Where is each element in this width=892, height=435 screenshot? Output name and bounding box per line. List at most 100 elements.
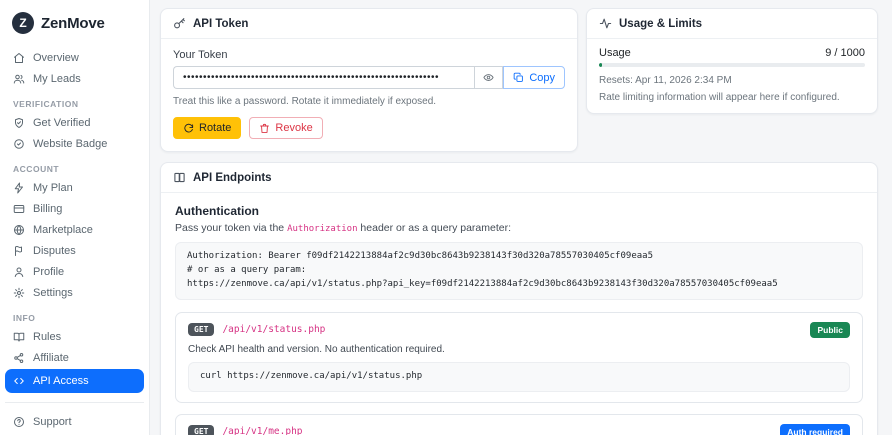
endpoint-header: GET/api/v1/me.php Auth required [188,424,850,435]
endpoint-path: /api/v1/me.php [222,426,302,435]
book-icon [173,171,186,184]
api-token-card-header: API Token [161,9,577,39]
main-content: API Token Your Token Copy Treat [150,0,892,435]
sidebar-item-label: Rules [33,331,61,343]
globe-icon [13,224,25,236]
usage-label: Usage [599,47,631,59]
usage-limits-card: Usage & Limits Usage 9 / 1000 Resets: Ap… [586,8,878,114]
eye-icon [483,72,494,83]
toggle-token-visibility-button[interactable] [474,66,503,89]
sidebar-item-profile[interactable]: Profile [5,262,144,282]
sidebar-item-marketplace[interactable]: Marketplace [5,220,144,240]
rate-limit-note: Rate limiting information will appear he… [599,92,865,103]
sidebar-item-label: Support [33,416,72,428]
revoke-button-label: Revoke [275,122,312,134]
share-icon [13,352,25,364]
badge-check-icon [13,138,25,150]
sidebar-item-get-verified[interactable]: Get Verified [5,113,144,133]
copy-button-label: Copy [529,72,555,84]
token-field-label: Your Token [173,49,565,61]
book-open-icon [13,331,25,343]
sidebar-item-label: Profile [33,266,64,278]
sidebar-item-disputes[interactable]: Disputes [5,241,144,261]
api-token-card-body: Your Token Copy Treat this like a passwo… [161,39,577,151]
auth-intro-prefix: Pass your token via the [175,222,287,234]
sidebar-item-rules[interactable]: Rules [5,327,144,347]
copy-icon [513,72,524,83]
endpoint-status-badge: Public [810,322,850,338]
sidebar: Z ZenMove OverviewMy LeadsVERIFICATIONGe… [0,0,150,435]
token-input[interactable] [173,66,474,89]
usage-progress-fill [599,63,602,67]
trash-icon [259,123,270,134]
auth-code-block: Authorization: Bearer f09df2142213884af2… [175,242,863,300]
endpoint-status-badge: Auth required [780,424,850,435]
app-root: Z ZenMove OverviewMy LeadsVERIFICATIONGe… [0,0,892,435]
sidebar-divider [5,402,144,403]
brand-logo[interactable]: Z ZenMove [12,12,137,34]
sidebar-item-label: Billing [33,203,62,215]
authentication-intro: Pass your token via the Authorization he… [175,222,863,234]
sidebar-item-affiliate[interactable]: Affiliate [5,348,144,368]
sidebar-item-label: Affiliate [33,352,69,364]
sidebar-item-label: My Leads [33,73,81,85]
authorization-inline-code: Authorization [287,224,357,234]
sidebar-item-label: Settings [33,287,73,299]
sidebar-nav: OverviewMy LeadsVERIFICATIONGet Verified… [0,48,149,393]
token-helper-text: Treat this like a password. Rotate it im… [173,96,565,107]
sidebar-item-label: Website Badge [33,138,107,150]
sidebar-item-website-badge[interactable]: Website Badge [5,134,144,154]
sidebar-item-label: My Plan [33,182,73,194]
token-input-group: Copy [173,66,565,89]
sidebar-item-label: API Access [33,375,89,387]
gear-icon [13,287,25,299]
brand-logo-icon: Z [12,12,34,34]
sidebar-item-billing[interactable]: Billing [5,199,144,219]
sidebar-item-my-leads[interactable]: My Leads [5,69,144,89]
usage-limits-card-header: Usage & Limits [587,9,877,39]
shield-check-icon [13,117,25,129]
api-endpoints-card-title: API Endpoints [193,172,272,184]
revoke-token-button[interactable]: Revoke [249,117,322,139]
endpoint-path: /api/v1/status.php [222,324,325,335]
sidebar-item-label: Overview [33,52,79,64]
flag-icon [13,245,25,257]
usage-resets-text: Resets: Apr 11, 2026 2:34 PM [599,75,865,86]
usage-limits-card-body: Usage 9 / 1000 Resets: Apr 11, 2026 2:34… [587,39,877,113]
endpoint--api-v1-me-php: GET/api/v1/me.phpAuth requiredReturns yo… [175,414,863,435]
sidebar-item-settings[interactable]: Settings [5,283,144,303]
endpoint--api-v1-status-php: GET/api/v1/status.phpPublicCheck API hea… [175,312,863,403]
top-row: API Token Your Token Copy Treat [160,8,878,152]
sidebar-section-heading: ACCOUNT [0,155,149,177]
usage-value: 9 / 1000 [825,47,865,59]
usage-limits-card-title: Usage & Limits [619,18,702,30]
copy-token-button[interactable]: Copy [503,66,565,89]
endpoint-code-example: curl https://zenmove.ca/api/v1/status.ph… [188,362,850,392]
rotate-button-label: Rotate [199,122,231,134]
brand-name: ZenMove [41,15,105,32]
http-method-badge: GET [188,425,214,435]
usage-row: Usage 9 / 1000 [599,47,865,59]
usage-progress-bar [599,63,865,67]
users-icon [13,73,25,85]
code-icon [13,375,25,387]
zap-icon [13,182,25,194]
activity-icon [599,17,612,30]
api-endpoints-card-body: Authentication Pass your token via the A… [161,193,877,435]
sidebar-item-api-access[interactable]: API Access [5,369,144,393]
rotate-icon [183,123,194,134]
api-endpoints-card-header: API Endpoints [161,163,877,193]
sidebar-item-support[interactable]: Support [5,412,144,432]
credit-card-icon [13,203,25,215]
api-token-card-title: API Token [193,18,248,30]
sidebar-item-label: Marketplace [33,224,93,236]
sidebar-section-heading: INFO [0,304,149,326]
endpoint-header: GET/api/v1/status.phpPublic [188,322,850,338]
sidebar-item-label: Disputes [33,245,76,257]
sidebar-item-overview[interactable]: Overview [5,48,144,68]
sidebar-item-my-plan[interactable]: My Plan [5,178,144,198]
api-endpoints-card: API Endpoints Authentication Pass your t… [160,162,878,435]
user-icon [13,266,25,278]
api-token-card: API Token Your Token Copy Treat [160,8,578,152]
rotate-token-button[interactable]: Rotate [173,117,241,139]
